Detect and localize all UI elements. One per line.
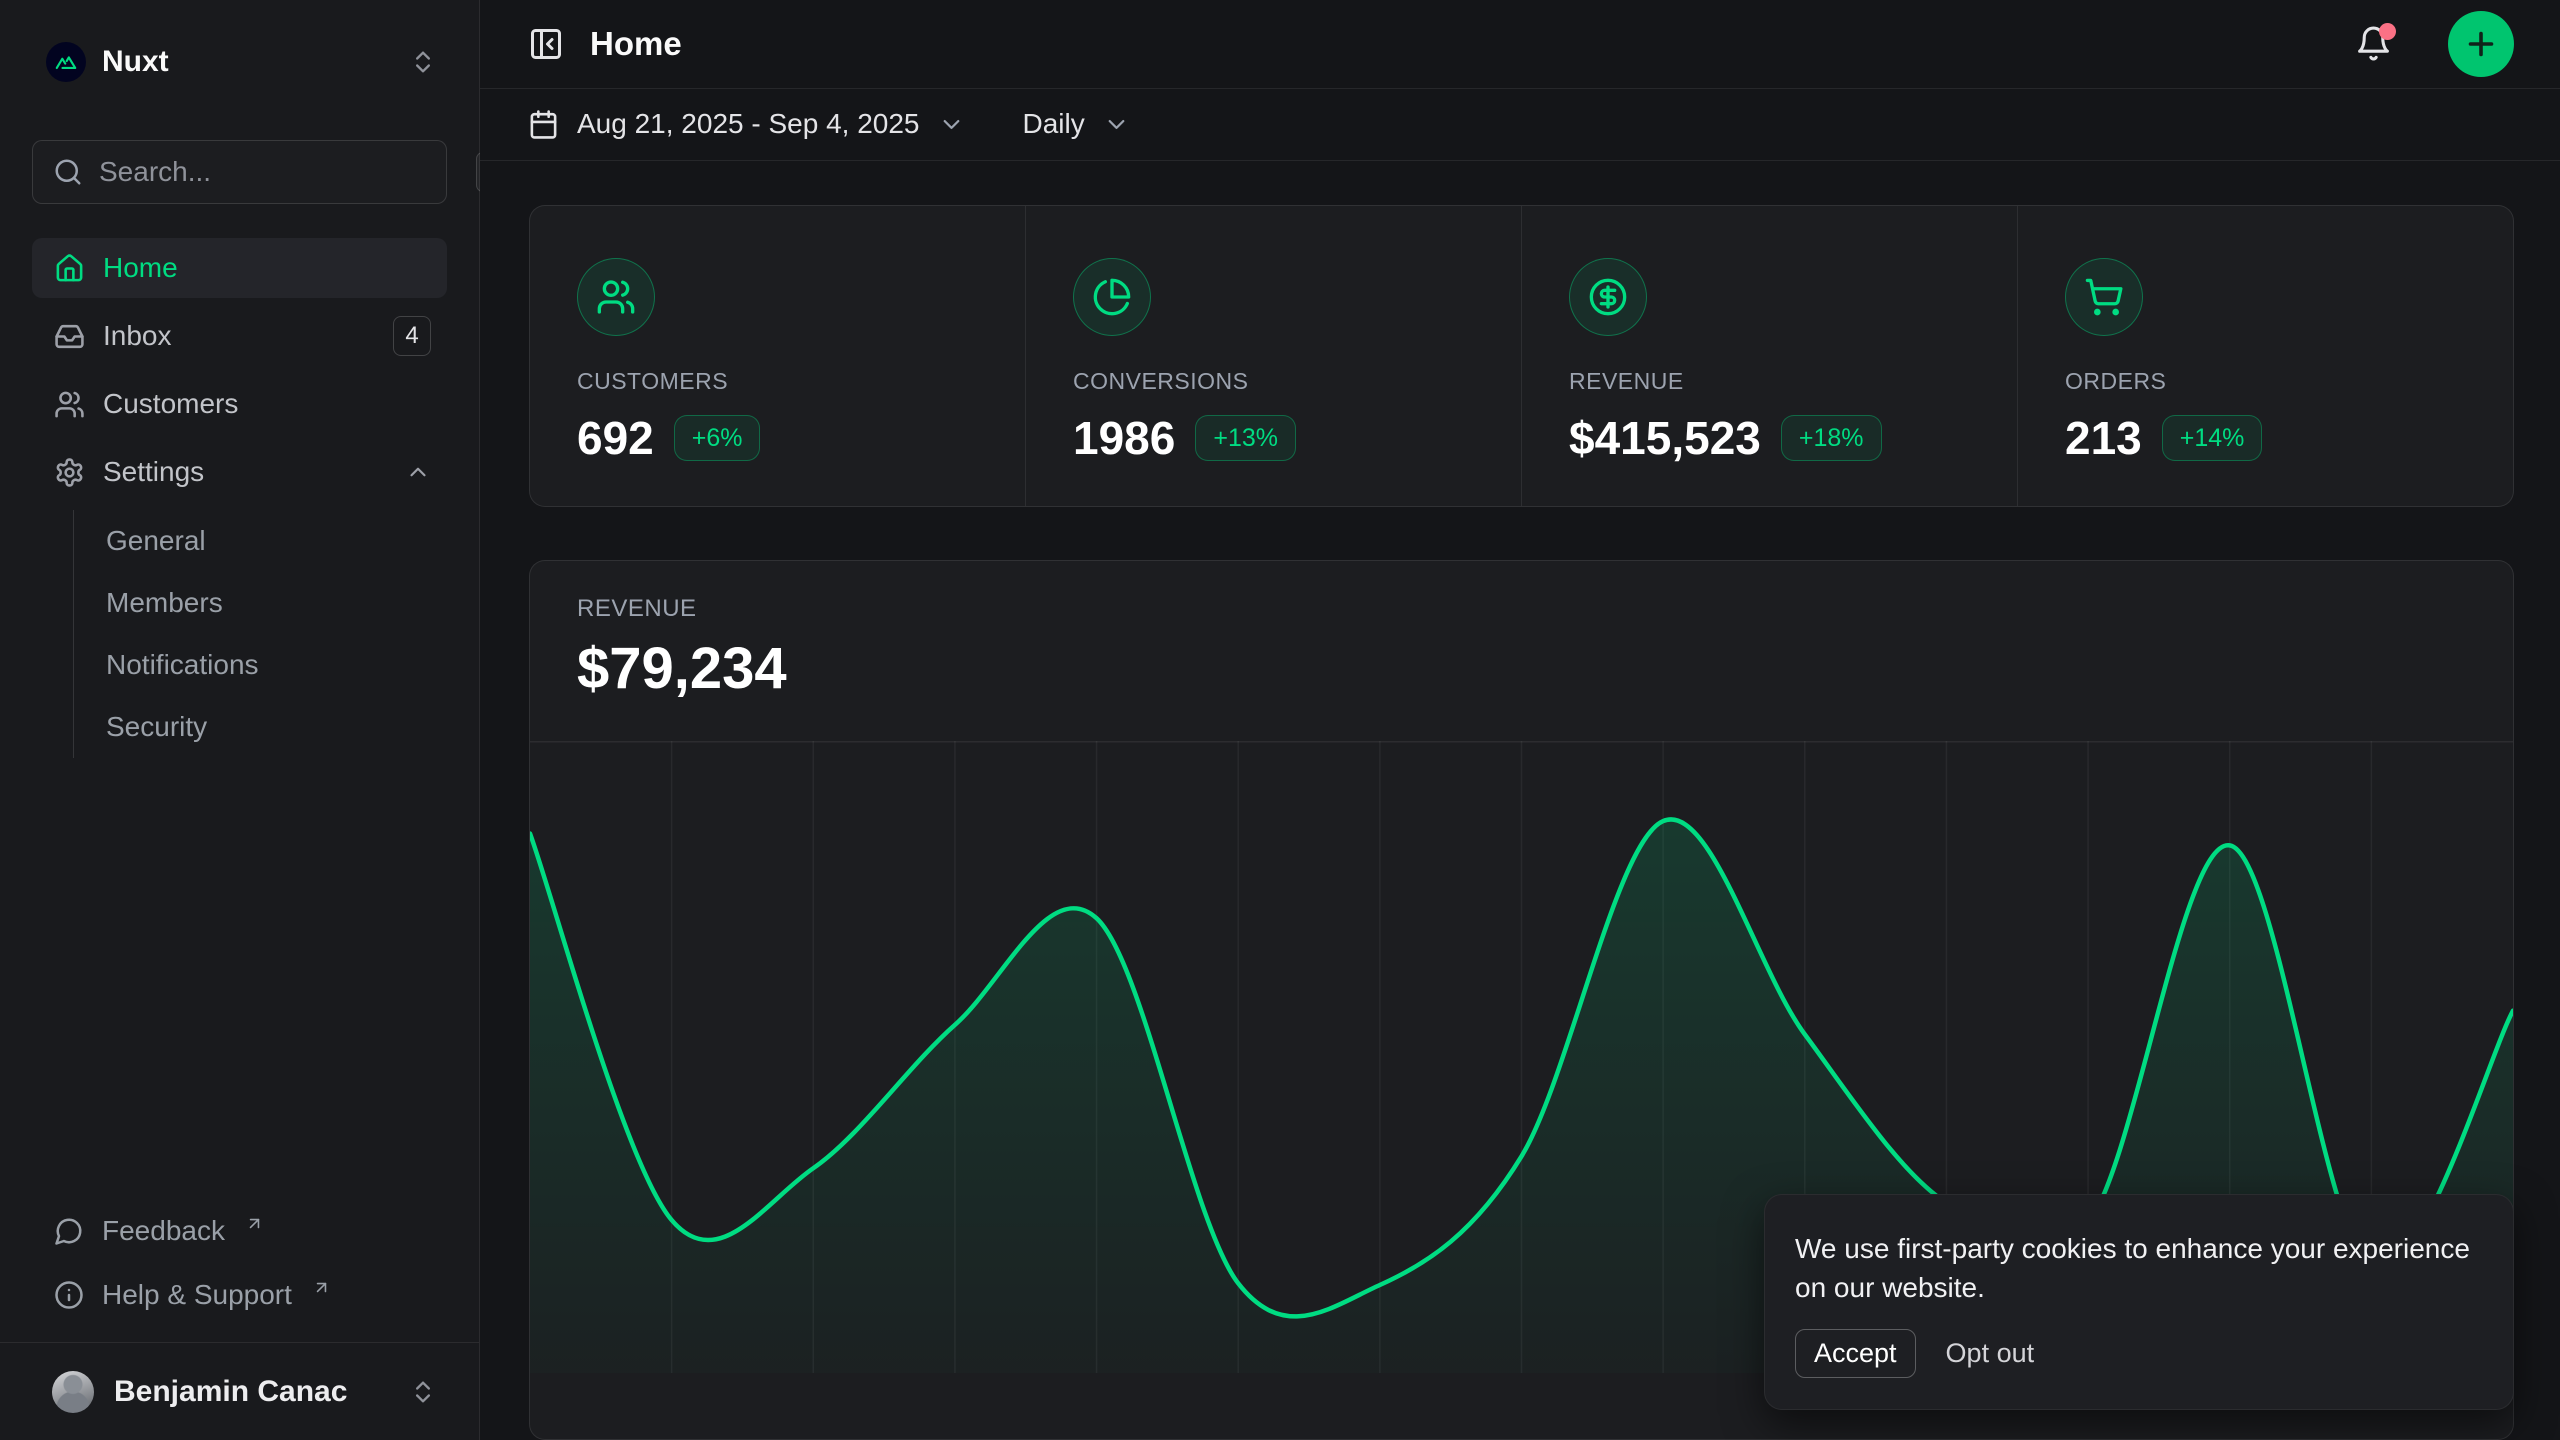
help-support-label: Help & Support	[102, 1279, 292, 1311]
sidebar-item-label: Inbox	[103, 320, 375, 352]
cookie-message: We use first-party cookies to enhance yo…	[1795, 1229, 2477, 1307]
arrow-up-right-icon	[245, 1214, 264, 1233]
pie-chart-icon	[1073, 258, 1151, 336]
stat-customers[interactable]: CUSTOMERS 692 +6%	[530, 206, 1026, 506]
workspace-name: Nuxt	[102, 45, 393, 79]
notifications-button[interactable]	[2355, 25, 2392, 62]
granularity-label: Daily	[1023, 108, 1085, 140]
user-menu[interactable]: Benjamin Canac	[0, 1342, 479, 1440]
plus-icon	[2463, 26, 2499, 62]
sidebar-item-inbox[interactable]: Inbox 4	[32, 306, 447, 366]
notification-dot	[2379, 23, 2396, 40]
stat-revenue[interactable]: REVENUE $415,523 +18%	[1522, 206, 2018, 506]
cookie-banner: We use first-party cookies to enhance yo…	[1764, 1194, 2514, 1410]
sidebar-item-label: Home	[103, 252, 431, 284]
sidebar: Nuxt ⌘ K Home Inbo	[0, 0, 480, 1440]
stat-value: 213	[2065, 411, 2142, 465]
stat-label: ORDERS	[2065, 368, 2466, 395]
cookie-accept-button[interactable]: Accept	[1795, 1329, 1916, 1378]
search-icon	[53, 157, 83, 187]
inbox-icon	[54, 321, 85, 352]
workspace-switcher[interactable]: Nuxt	[32, 34, 447, 90]
avatar	[52, 1371, 94, 1413]
sidebar-item-notifications[interactable]: Notifications	[74, 634, 447, 696]
chevrons-up-down-icon	[409, 48, 437, 76]
sidebar-item-label: Customers	[103, 388, 431, 420]
stat-delta-badge: +6%	[674, 415, 761, 461]
info-icon	[54, 1280, 84, 1310]
collapse-sidebar-button[interactable]	[528, 26, 564, 62]
message-circle-icon	[54, 1216, 84, 1246]
topbar: Home	[480, 0, 2560, 89]
chevron-down-icon	[1103, 111, 1130, 138]
nuxt-logo-icon	[46, 42, 86, 82]
stat-label: CUSTOMERS	[577, 368, 978, 395]
sidebar-item-members[interactable]: Members	[74, 572, 447, 634]
stats-card: CUSTOMERS 692 +6% CONVERSIONS 1986 +13%	[529, 205, 2514, 507]
filters-toolbar: Aug 21, 2025 - Sep 4, 2025 Daily	[480, 89, 2560, 161]
search-box[interactable]: ⌘ K	[32, 140, 447, 204]
stat-delta-badge: +13%	[1195, 415, 1296, 461]
date-range-label: Aug 21, 2025 - Sep 4, 2025	[577, 108, 920, 140]
chevron-up-icon	[405, 459, 431, 485]
feedback-link[interactable]: Feedback	[32, 1206, 447, 1256]
users-icon	[54, 389, 85, 420]
stat-delta-badge: +14%	[2162, 415, 2263, 461]
sidebar-item-customers[interactable]: Customers	[32, 374, 447, 434]
sidebar-nav: Home Inbox 4 Customers Settings	[32, 238, 447, 758]
stat-orders[interactable]: ORDERS 213 +14%	[2018, 206, 2513, 506]
stat-conversions[interactable]: CONVERSIONS 1986 +13%	[1026, 206, 1522, 506]
stat-value: 1986	[1073, 411, 1175, 465]
sidebar-item-label: Settings	[103, 456, 387, 488]
cookie-optout-button[interactable]: Opt out	[1946, 1338, 2035, 1369]
sidebar-item-settings[interactable]: Settings	[32, 442, 447, 502]
stat-delta-badge: +18%	[1781, 415, 1882, 461]
granularity-select[interactable]: Daily	[1023, 108, 1130, 140]
help-support-link[interactable]: Help & Support	[32, 1270, 447, 1320]
date-range-picker[interactable]: Aug 21, 2025 - Sep 4, 2025	[528, 108, 965, 140]
app: Nuxt ⌘ K Home Inbo	[0, 0, 2560, 1440]
circle-dollar-icon	[1569, 258, 1647, 336]
sidebar-footer: Feedback Help & Support	[32, 1206, 447, 1342]
sidebar-item-home[interactable]: Home	[32, 238, 447, 298]
stat-value: $415,523	[1569, 411, 1761, 465]
stat-label: REVENUE	[1569, 368, 1970, 395]
chevron-down-icon	[938, 111, 965, 138]
stat-value: 692	[577, 411, 654, 465]
stat-label: CONVERSIONS	[1073, 368, 1474, 395]
search-input[interactable]	[99, 156, 460, 188]
revenue-chart-label: REVENUE	[577, 595, 2466, 623]
sidebar-spacer	[32, 758, 447, 1206]
house-icon	[54, 253, 85, 284]
users-icon	[577, 258, 655, 336]
inbox-count-badge: 4	[393, 316, 431, 356]
page-title: Home	[590, 25, 2329, 63]
user-name: Benjamin Canac	[114, 1375, 389, 1409]
panel-left-close-icon	[528, 26, 564, 62]
sidebar-item-general[interactable]: General	[74, 510, 447, 572]
arrow-up-right-icon	[312, 1278, 331, 1297]
chevrons-up-down-icon	[409, 1378, 437, 1406]
add-button[interactable]	[2448, 11, 2514, 77]
feedback-label: Feedback	[102, 1215, 225, 1247]
gear-icon	[54, 457, 85, 488]
calendar-icon	[528, 109, 559, 140]
revenue-chart-value: $79,234	[577, 635, 2466, 702]
shopping-cart-icon	[2065, 258, 2143, 336]
settings-subnav: General Members Notifications Security	[73, 510, 447, 758]
sidebar-item-security[interactable]: Security	[74, 696, 447, 758]
